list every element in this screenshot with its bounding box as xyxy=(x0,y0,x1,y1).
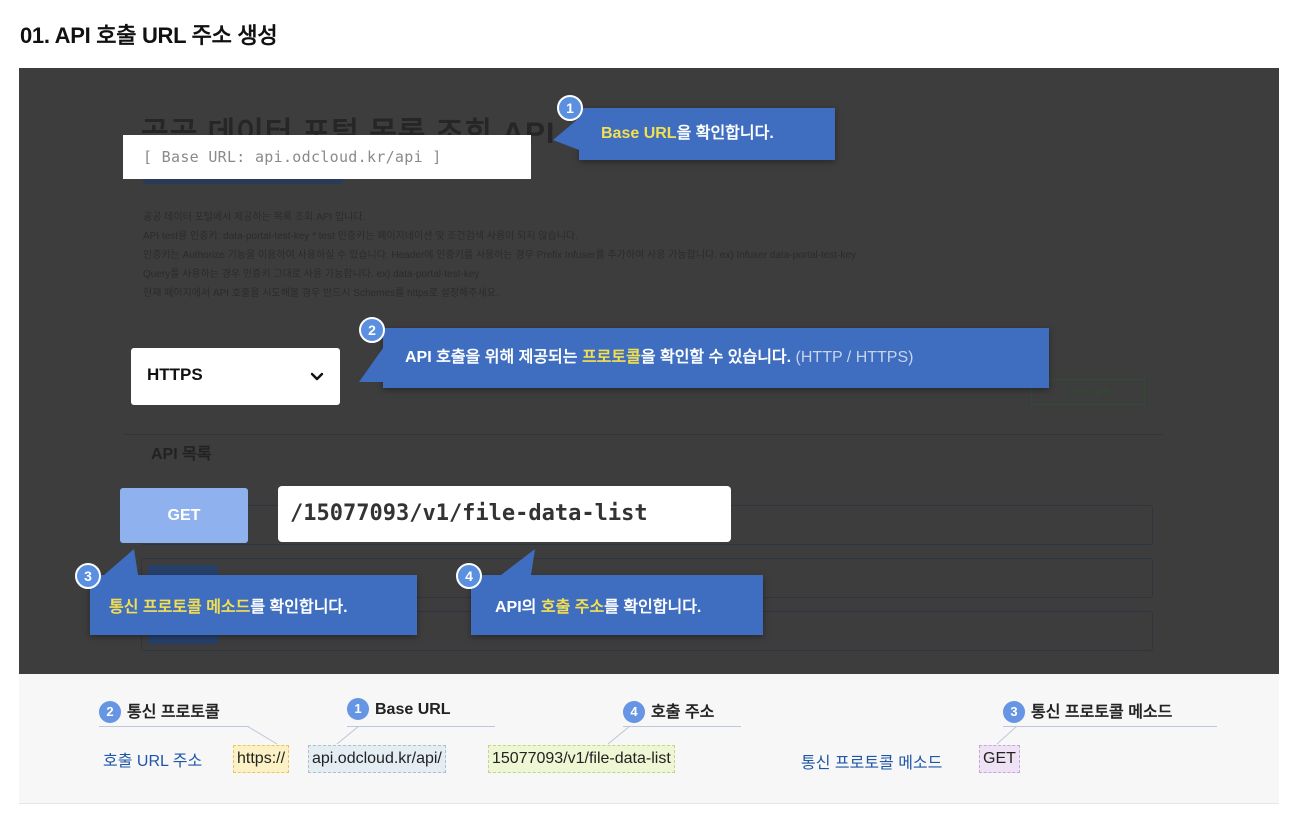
legend-label: 통신 프로토콜 메소드 xyxy=(1031,704,1173,721)
callout-text-post: 을 확인할 수 있습니다. xyxy=(640,349,792,366)
legend-connector xyxy=(246,726,278,745)
callout-tail xyxy=(553,118,579,150)
legend-number-badge: 2 xyxy=(99,701,121,723)
get-method-button[interactable]: GET xyxy=(120,488,248,543)
legend-underline xyxy=(623,726,741,727)
page-title: 01. API 호출 URL 주소 생성 xyxy=(20,23,278,48)
callout-protocol: API 호출을 위해 제공되는 프로토콜을 확인할 수 있습니다. (HTTP … xyxy=(359,328,1049,388)
legend-underline xyxy=(99,726,249,727)
legend-connector xyxy=(996,726,1018,745)
callout-text-post: 을 확인합니다. xyxy=(676,125,774,142)
ghost-description-line: API test용 인증키: data-portal-test-key * te… xyxy=(143,231,578,242)
callout-text-post: 를 확인합니다. xyxy=(604,599,702,616)
ghost-description: 공공 데이터 포털에서 제공하는 목록 조회 API 입니다. API test… xyxy=(143,208,856,303)
callout-call-address: API의 호출 주소를 확인합니다. xyxy=(471,549,763,635)
url-explanation-panel: 2 통신 프로토콜 1 Base URL 4 호출 주소 3 통신 프로토콜 메소드 호… xyxy=(19,674,1279,804)
scheme-select-value: HTTPS xyxy=(147,365,203,384)
chevron-down-icon xyxy=(310,372,324,381)
step-number-badge: 4 xyxy=(456,563,482,589)
base-url-box: [ Base URL: api.odcloud.kr/api ] xyxy=(123,135,531,179)
legend-method: 3 통신 프로토콜 메소드 xyxy=(1003,698,1172,723)
callout-text-post: 를 확인합니다. xyxy=(250,599,348,616)
legend-base-url: 1 Base URL xyxy=(347,698,451,720)
callout-base-url: Base URL을 확인합니다. xyxy=(553,108,835,160)
callout-highlight: 통신 프로토콜 메소드 xyxy=(109,599,251,616)
url-path-segment: 15077093/v1/file-data-list xyxy=(488,745,675,773)
callout-method: 통신 프로토콜 메소드를 확인합니다. xyxy=(90,549,417,635)
endpoint-path: /15077093/v1/file-data-list xyxy=(278,486,731,542)
legend-label: Base URL xyxy=(375,701,451,718)
url-protocol-segment: https:// xyxy=(233,745,290,773)
url-base-segment: api.odcloud.kr/api/ xyxy=(308,745,446,773)
callout-highlight: 호출 주소 xyxy=(540,599,605,616)
method-label: 통신 프로토콜 메소드 xyxy=(801,755,943,772)
step-number-badge: 3 xyxy=(75,563,101,589)
legend-connector xyxy=(336,726,360,745)
step-number-badge: 1 xyxy=(557,95,583,121)
api-list-heading: API 목록 xyxy=(151,446,212,463)
legend-number-badge: 3 xyxy=(1003,701,1025,723)
ghost-description-line: Query를 사용하는 경우 인증키 그대로 사용 가능합니다. ex) dat… xyxy=(143,269,480,280)
legend-connector xyxy=(607,726,631,745)
ghost-description-line: 공공 데이터 포털에서 제공하는 목록 조회 API 입니다. xyxy=(143,212,366,223)
callout-muted-text: (HTTP / HTTPS) xyxy=(791,349,914,366)
callout-text-pre: API 호출을 위해 제공되는 xyxy=(405,349,582,366)
legend-number-badge: 4 xyxy=(623,701,645,723)
ghost-description-line: 현재 페이지에서 API 호출을 시도해볼 경우 반드시 Schemes를 ht… xyxy=(143,288,499,299)
callout-tail xyxy=(104,549,138,575)
legend-underline xyxy=(1003,726,1217,727)
method-value-segment: GET xyxy=(979,745,1020,773)
callout-tail xyxy=(359,348,383,382)
dimmed-screenshot-panel: 공공 데이터 포털 목록 조회 API 공공 데이터 포털에서 제공하는 목록 … xyxy=(19,68,1279,674)
callout-highlight: Base URL xyxy=(601,125,677,142)
legend-protocol: 2 통신 프로토콜 xyxy=(99,698,220,723)
ghost-description-line: 인증키는 Authorize 기능을 이용하여 사용하실 수 있습니다. Hea… xyxy=(143,250,856,261)
legend-underline xyxy=(347,726,495,727)
call-url-label: 호출 URL 주소 xyxy=(103,753,203,770)
legend-call-address: 4 호출 주소 xyxy=(623,698,714,723)
legend-label: 통신 프로토콜 xyxy=(127,704,220,721)
scheme-select[interactable]: HTTPS xyxy=(131,348,340,405)
step-number-badge: 2 xyxy=(359,317,385,343)
legend-number-badge: 1 xyxy=(347,698,369,720)
callout-tail xyxy=(501,549,535,575)
legend-label: 호출 주소 xyxy=(651,704,715,721)
callout-text-pre: API의 xyxy=(495,599,541,616)
callout-highlight: 프로토콜 xyxy=(581,349,641,366)
divider xyxy=(123,434,1163,435)
